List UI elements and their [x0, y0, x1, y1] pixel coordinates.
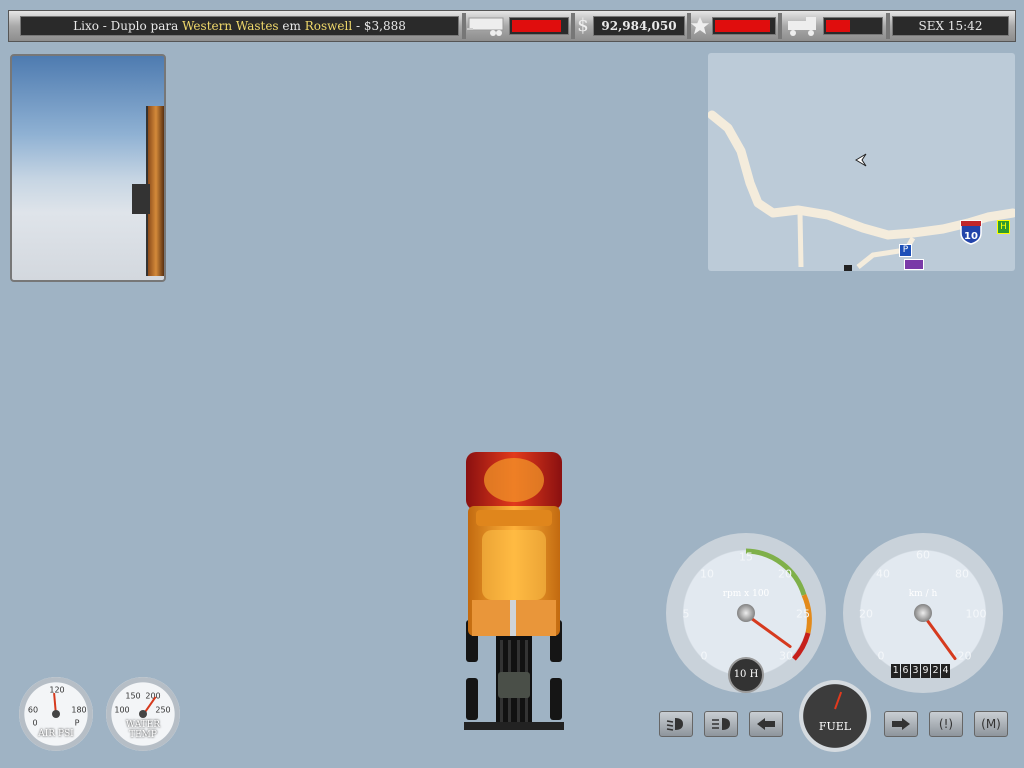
parking-icon: P	[899, 244, 912, 257]
temp-tick-100: 100	[114, 705, 130, 715]
dollar-icon: $	[577, 15, 589, 36]
separator	[462, 13, 466, 39]
map-toggle-button[interactable]: (M)	[974, 711, 1008, 737]
water-temp-label: WATER TEMP	[126, 720, 160, 740]
fuel-label: FUEL	[818, 720, 852, 733]
tach-tick-10: 10	[700, 567, 714, 581]
gear-indicator: 10 H	[728, 657, 764, 693]
speed-unit-label: km / h	[908, 589, 938, 599]
reputation-fill	[715, 20, 770, 32]
job-mid: em	[278, 19, 305, 33]
high-beam-button[interactable]	[704, 711, 738, 737]
right-turn-button[interactable]	[884, 711, 918, 737]
speed-tick-80: 80	[955, 567, 969, 581]
tach-tick-25: 25	[796, 607, 810, 621]
hazard-button[interactable]: (!)	[929, 711, 963, 737]
water-temp-label-line1: WATER	[125, 720, 161, 730]
air-hub	[52, 710, 60, 718]
speed-tick-60: 60	[916, 548, 930, 562]
odometer-digit: 1	[891, 664, 900, 678]
job-reward: - $3,888	[352, 19, 406, 33]
speedometer: 0 20 40 60 80 100 120 km / h 163924	[843, 533, 1003, 693]
air-psi-gauge: 0 60 120 180 P AIR PSI	[19, 677, 93, 751]
rear-view-mirror	[10, 54, 166, 282]
tach-tick-5: 5	[682, 607, 690, 621]
player-truck	[464, 452, 564, 730]
odometer: 163924	[891, 664, 950, 678]
day-time-clock: SEX 15:42	[892, 16, 1009, 36]
hotel-icon: H	[997, 220, 1010, 234]
map-marker-icon	[844, 265, 852, 271]
left-turn-button[interactable]	[749, 711, 783, 737]
tach-hub	[737, 604, 755, 622]
air-psi-label: AIR PSI	[38, 729, 74, 739]
money-display: 92,984,050	[593, 16, 685, 36]
interstate-shield-icon: 10	[960, 220, 982, 245]
speed-tick-0: 0	[877, 649, 885, 663]
speed-hub	[914, 604, 932, 622]
top-hud-bar: Lixo - Duplo para Western Wastes em Rosw…	[8, 10, 1016, 42]
temp-tick-250: 250	[155, 705, 171, 715]
tachometer: 0 5 10 15 20 25 30 rpm x 100 10 H	[666, 533, 826, 693]
odometer-digit: 9	[921, 664, 930, 678]
map-toggle-icon: (M)	[981, 717, 1001, 731]
interstate-number: 10	[964, 231, 978, 242]
air-tick-p: P	[74, 718, 80, 728]
trailer-icon	[467, 17, 504, 36]
hazard-icon: (!)	[938, 717, 954, 731]
tach-tick-0: 0	[700, 649, 708, 663]
separator	[778, 13, 782, 39]
trailer-damage-fill	[512, 20, 561, 32]
speed-tick-20: 20	[859, 607, 873, 621]
mirror-hitch	[132, 184, 150, 214]
temp-tick-150: 150	[125, 691, 141, 701]
temp-hub	[139, 710, 147, 718]
truck-stop-icon	[904, 259, 924, 270]
left-turn-icon	[757, 718, 775, 730]
job-cargo: Lixo - Duplo para	[73, 19, 183, 33]
odometer-digit: 6	[901, 664, 910, 678]
job-city: Roswell	[304, 19, 353, 33]
air-tick-180: 180	[71, 705, 87, 715]
separator	[886, 13, 890, 39]
right-turn-icon	[892, 718, 910, 730]
star-icon	[690, 16, 710, 35]
trailer-damage-bar	[509, 17, 569, 35]
air-tick-120: 120	[49, 685, 65, 695]
minimap[interactable]: 10 P H	[707, 53, 1018, 271]
tach-tick-30: 30	[779, 649, 793, 663]
high-beam-icon	[712, 718, 730, 730]
fuel-gauge: FUEL	[799, 680, 871, 752]
truck-damage-bar	[823, 17, 883, 35]
odometer-digit: 4	[941, 664, 950, 678]
low-beam-button[interactable]	[659, 711, 693, 737]
cursor-arrow-icon	[855, 153, 867, 167]
job-info: Lixo - Duplo para Western Wastes em Rosw…	[20, 16, 459, 36]
reputation-bar	[712, 17, 776, 35]
water-temp-gauge: 100 150 200 250 WATER TEMP	[106, 677, 180, 751]
truck-damage-fill	[826, 20, 850, 32]
tach-unit-label: rpm x 100	[722, 589, 770, 599]
air-tick-60: 60	[27, 705, 39, 715]
fuel-needle	[834, 691, 843, 710]
odometer-digit: 3	[911, 664, 920, 678]
low-beam-icon	[666, 718, 683, 731]
speed-tick-40: 40	[876, 567, 890, 581]
odometer-digit: 2	[931, 664, 940, 678]
tach-tick-20: 20	[778, 567, 792, 581]
air-tick-0: 0	[32, 718, 38, 728]
speed-tick-100: 100	[965, 607, 987, 621]
water-temp-label-line2: TEMP	[129, 730, 157, 740]
truck-icon	[788, 17, 816, 36]
job-company: Western Wastes	[182, 19, 279, 33]
tach-tick-15: 15	[739, 550, 753, 564]
